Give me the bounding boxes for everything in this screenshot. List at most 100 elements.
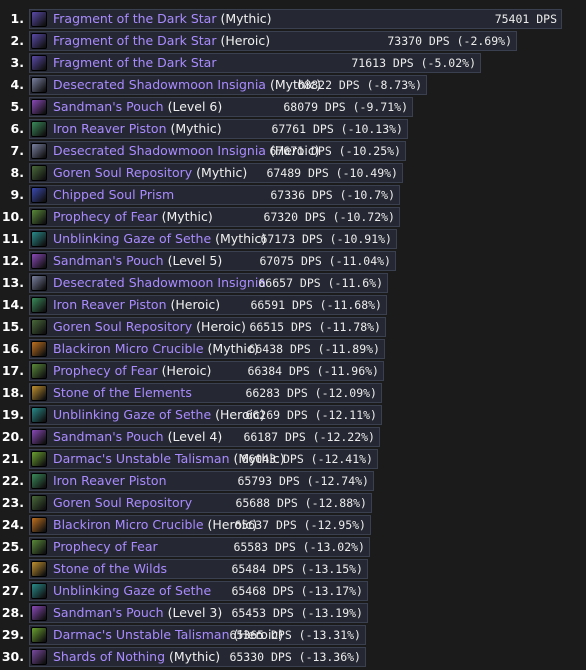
rank-number: 25. — [1, 539, 24, 554]
item-name-link[interactable]: Shards of Nothing — [53, 649, 165, 664]
rank-number: 11. — [1, 231, 24, 246]
item-name-link[interactable]: Prophecy of Fear — [53, 363, 158, 378]
item-label: Unblinking Gaze of Sethe (Mythic) — [53, 228, 266, 250]
item-label: Sandman's Pouch (Level 5) — [53, 250, 222, 272]
dps-value: 66043 DPS (-12.41%) — [241, 452, 373, 466]
dps-value: 66269 DPS (-12.11%) — [245, 408, 377, 422]
item-name-link[interactable]: Stone of the Wilds — [53, 561, 167, 576]
pouch-icon — [31, 429, 47, 445]
rank-number: 23. — [1, 495, 24, 510]
item-name-link[interactable]: Sandman's Pouch — [53, 253, 164, 268]
item-label: Prophecy of Fear (Mythic) — [53, 206, 213, 228]
dps-value: 67336 DPS (-10.7%) — [270, 188, 395, 202]
rank-number: 22. — [1, 473, 24, 488]
gaze-icon — [31, 407, 47, 423]
dps-value: 73370 DPS (-2.69%) — [387, 34, 512, 48]
item-name-link[interactable]: Desecrated Shadowmoon Insignia — [53, 77, 266, 92]
item-label: Iron Reaver Piston — [53, 470, 167, 492]
rank-number: 15. — [1, 319, 24, 334]
item-label: Desecrated Shadowmoon Insignia (Mythic) — [53, 74, 321, 96]
talisman-icon — [31, 627, 47, 643]
item-label: Sandman's Pouch (Level 6) — [53, 96, 222, 118]
dps-value: 65637 DPS (-12.95%) — [234, 518, 366, 532]
rank-number: 27. — [1, 583, 24, 598]
rank-number: 29. — [1, 627, 24, 642]
item-name-link[interactable]: Unblinking Gaze of Sethe — [53, 231, 211, 246]
dps-value: 67075 DPS (-11.04%) — [259, 254, 391, 268]
item-qualifier: (Heroic) — [157, 363, 212, 378]
dps-value: 67671 DPS (-10.25%) — [269, 144, 401, 158]
dps-value: 65793 DPS (-12.74%) — [237, 474, 369, 488]
dps-value: 67489 DPS (-10.49%) — [266, 166, 398, 180]
piston-icon — [31, 297, 47, 313]
item-label: Stone of the Elements — [53, 382, 192, 404]
soul-repository-icon — [31, 319, 47, 335]
item-qualifier: (Mythic) — [165, 649, 221, 664]
item-name-link[interactable]: Chipped Soul Prism — [53, 187, 174, 202]
item-name-link[interactable]: Fragment of the Dark Star — [53, 33, 216, 48]
item-name-link[interactable]: Goren Soul Repository — [53, 495, 192, 510]
dps-value: 66384 DPS (-11.96%) — [247, 364, 379, 378]
item-name-link[interactable]: Unblinking Gaze of Sethe — [53, 583, 211, 598]
trinket-ranking-list: 1. Fragment of the Dark Star (Mythic) 7540… — [0, 0, 586, 670]
piston-icon — [31, 121, 47, 137]
item-name-link[interactable]: Fragment of the Dark Star — [53, 11, 216, 26]
item-name-link[interactable]: Unblinking Gaze of Sethe — [53, 407, 211, 422]
rank-number: 30. — [1, 649, 24, 664]
rank-number: 18. — [1, 385, 24, 400]
item-label: Blackiron Micro Crucible (Mythic) — [53, 338, 259, 360]
item-name-link[interactable]: Prophecy of Fear — [53, 539, 158, 554]
dps-value: 71613 DPS (-5.02%) — [351, 56, 476, 70]
item-name-link[interactable]: Fragment of the Dark Star — [53, 55, 216, 70]
gaze-icon — [31, 583, 47, 599]
item-qualifier: (Mythic) — [192, 165, 248, 180]
fragment-dark-star-icon — [31, 11, 47, 27]
item-name-link[interactable]: Darmac's Unstable Talisman — [53, 451, 230, 466]
prophecy-icon — [31, 539, 47, 555]
item-name-link[interactable]: Iron Reaver Piston — [53, 473, 167, 488]
item-name-link[interactable]: Desecrated Shadowmoon Insignia — [53, 275, 266, 290]
pouch-icon — [31, 253, 47, 269]
item-name-link[interactable]: Iron Reaver Piston — [53, 297, 167, 312]
item-label: Sandman's Pouch (Level 3) — [53, 602, 222, 624]
item-name-link[interactable]: Desecrated Shadowmoon Insignia — [53, 143, 266, 158]
rank-number: 28. — [1, 605, 24, 620]
prophecy-icon — [31, 209, 47, 225]
rank-number: 26. — [1, 561, 24, 576]
item-name-link[interactable]: Sandman's Pouch — [53, 429, 164, 444]
item-name-link[interactable]: Sandman's Pouch — [53, 605, 164, 620]
item-qualifier: (Heroic) — [192, 319, 246, 334]
item-name-link[interactable]: Darmac's Unstable Talisman — [53, 627, 230, 642]
piston-icon — [31, 473, 47, 489]
stone-icon — [31, 561, 47, 577]
item-name-link[interactable]: Goren Soul Repository — [53, 319, 192, 334]
item-label: Goren Soul Repository (Heroic) — [53, 316, 246, 338]
item-name-link[interactable]: Iron Reaver Piston — [53, 121, 167, 136]
rank-number: 14. — [1, 297, 24, 312]
soul-repository-icon — [31, 165, 47, 181]
item-name-link[interactable]: Blackiron Micro Crucible — [53, 517, 204, 532]
item-name-link[interactable]: Stone of the Elements — [53, 385, 192, 400]
rank-number: 16. — [1, 341, 24, 356]
rank-number: 19. — [1, 407, 24, 422]
pouch-icon — [31, 605, 47, 621]
rank-number: 6. — [10, 121, 24, 136]
item-name-link[interactable]: Goren Soul Repository — [53, 165, 192, 180]
rank-number: 3. — [10, 55, 24, 70]
dps-value: 68822 DPS (-8.73%) — [297, 78, 422, 92]
dps-value: 68079 DPS (-9.71%) — [283, 100, 408, 114]
item-name-link[interactable]: Sandman's Pouch — [53, 99, 164, 114]
rank-number: 13. — [1, 275, 24, 290]
item-name-link[interactable]: Blackiron Micro Crucible — [53, 341, 204, 356]
dps-value: 65330 DPS (-13.36%) — [229, 650, 361, 664]
item-label: Sandman's Pouch (Level 4) — [53, 426, 222, 448]
rank-number: 5. — [10, 99, 24, 114]
rank-number: 9. — [10, 187, 24, 202]
insignia-icon — [31, 77, 47, 93]
item-name-link[interactable]: Prophecy of Fear — [53, 209, 158, 224]
item-label: Unblinking Gaze of Sethe (Heroic) — [53, 404, 265, 426]
insignia-icon — [31, 143, 47, 159]
soul-repository-icon — [31, 495, 47, 511]
dps-value: 65453 DPS (-13.19%) — [231, 606, 363, 620]
dps-value: 65484 DPS (-13.15%) — [231, 562, 363, 576]
